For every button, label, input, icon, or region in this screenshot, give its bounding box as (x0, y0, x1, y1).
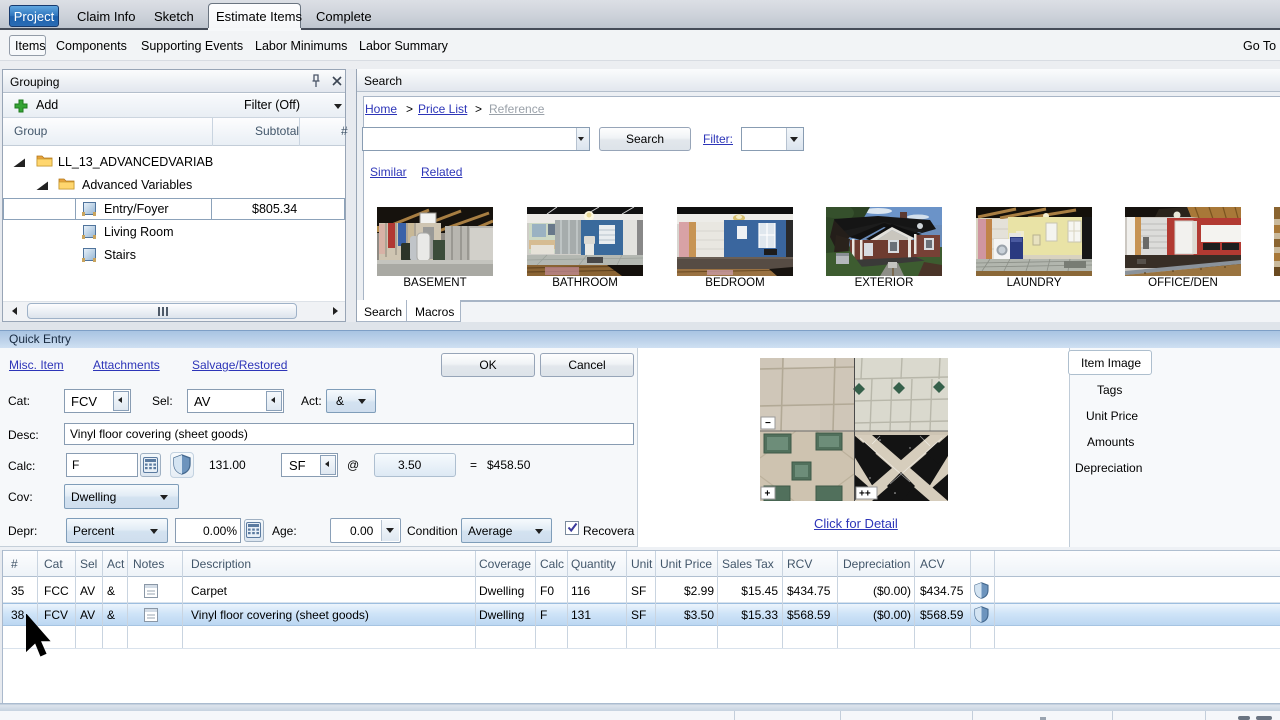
svg-text:++: ++ (859, 489, 871, 500)
svg-text:−: − (765, 418, 771, 429)
svg-text:+: + (765, 489, 771, 500)
